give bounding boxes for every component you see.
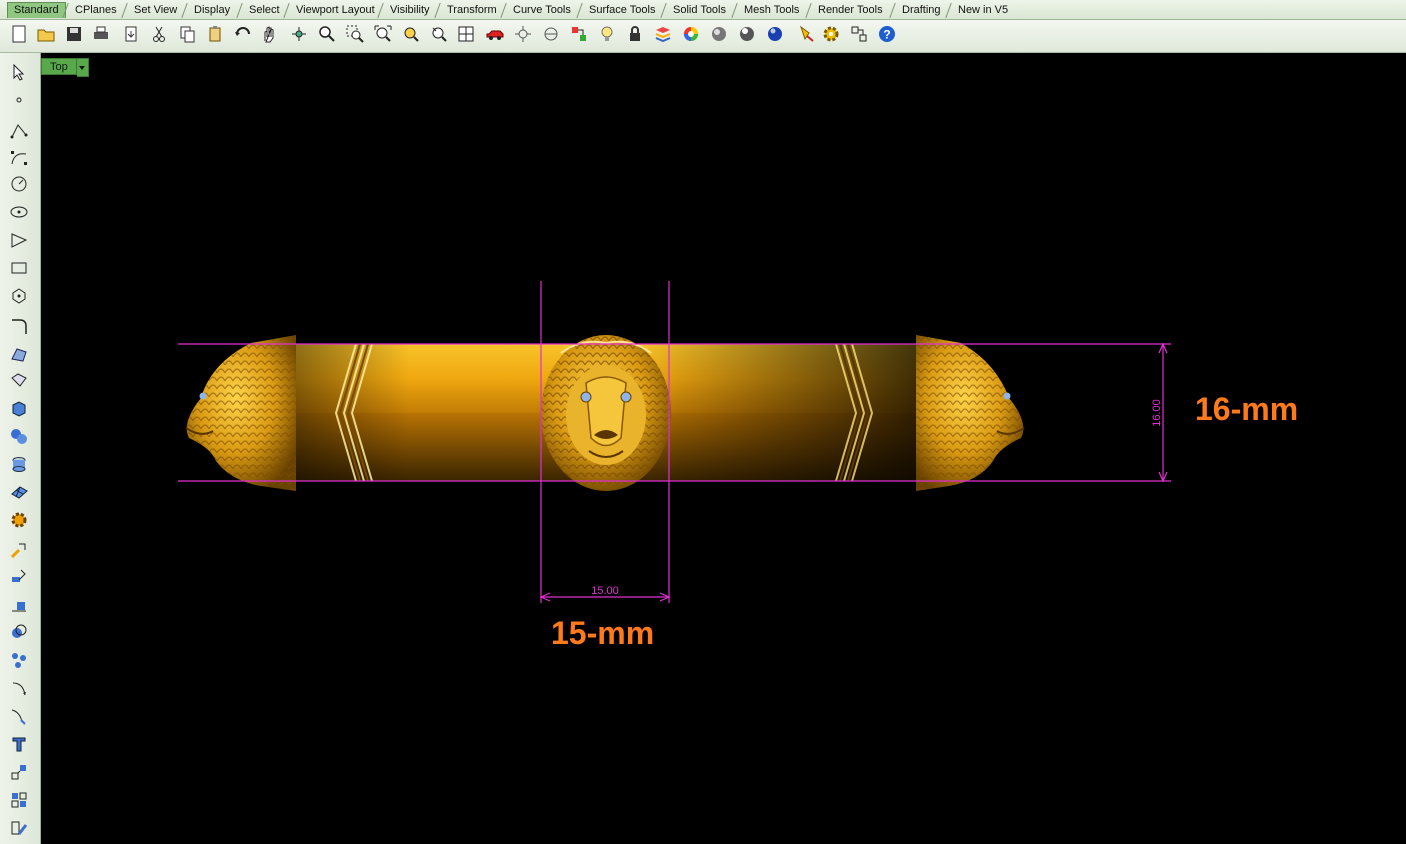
tab-standard[interactable]: Standard [7,2,66,18]
tab-surface-tools[interactable]: Surface Tools [583,3,661,18]
lock-icon[interactable] [624,23,646,45]
fillet-icon[interactable] [8,315,30,337]
undo-icon[interactable] [232,23,254,45]
cylinder-icon[interactable] [8,453,30,475]
select-arrow-icon[interactable] [8,61,30,83]
tab-display[interactable]: Display [188,3,236,18]
polygon-icon[interactable] [8,229,30,251]
shaded-sphere-icon[interactable] [708,23,730,45]
zoom-selected-icon[interactable] [400,23,422,45]
color-wheel-icon[interactable] [680,23,702,45]
layer-icon[interactable] [652,23,674,45]
properties-icon[interactable] [568,23,590,45]
viewport-top[interactable]: Top 15.00 16.00 16-mm 15-mm [41,53,1406,844]
lion-head-center[interactable] [541,335,671,491]
object-snap-icon[interactable] [512,23,534,45]
model-scene[interactable]: 15.00 16.00 [41,53,1406,844]
rotate-view-icon[interactable] [288,23,310,45]
lion-head-left[interactable] [185,335,296,491]
tab-render-tools[interactable]: Render Tools [812,3,889,18]
align-icon[interactable] [8,593,30,615]
print-icon[interactable] [90,23,112,45]
ellipse-icon[interactable] [8,201,30,223]
dimension-width-value: 15.00 [591,585,619,597]
left-tool-palette [0,53,41,844]
zoom-window-icon[interactable] [344,23,366,45]
tab-select[interactable]: Select [243,3,286,18]
polyline-icon[interactable] [8,119,30,141]
zoom-extents-icon[interactable] [372,23,394,45]
text-icon[interactable] [8,733,30,755]
gears-icon[interactable] [8,509,30,531]
point-icon[interactable] [8,89,30,111]
edit-icon[interactable] [8,817,30,839]
light-icon[interactable] [596,23,618,45]
car-icon[interactable] [484,23,506,45]
tab-drafting[interactable]: Drafting [896,3,947,18]
spheres-icon[interactable] [8,425,30,447]
curve-arc-icon[interactable] [8,677,30,699]
dimension-icon[interactable] [8,565,30,587]
standard-toolbar: ? [0,20,1406,53]
tab-mesh-tools[interactable]: Mesh Tools [738,3,805,18]
svg-text:?: ? [883,28,890,42]
box-icon[interactable] [8,397,30,419]
boolean-icon[interactable] [8,621,30,643]
help-icon[interactable]: ? [876,23,898,45]
settings-icon[interactable] [820,23,842,45]
tab-solid-tools[interactable]: Solid Tools [667,3,732,18]
tab-curve-tools[interactable]: Curve Tools [507,3,577,18]
tab-cplanes[interactable]: CPlanes [69,3,123,18]
mesh-plane-icon[interactable] [8,481,30,503]
tab-visibility[interactable]: Visibility [384,3,436,18]
rectangle-icon[interactable] [8,257,30,279]
cut-icon[interactable] [148,23,170,45]
copy-icon[interactable] [176,23,198,45]
analyze-icon[interactable] [848,23,870,45]
grid-icon[interactable] [8,761,30,783]
blue-sphere-icon[interactable] [764,23,786,45]
transform-icon[interactable] [8,539,30,561]
curve-dim-icon[interactable] [8,705,30,727]
dimension-height-value: 16.00 [1151,399,1163,427]
rendered-sphere-icon[interactable] [736,23,758,45]
lion-head-right[interactable] [916,335,1025,491]
open-icon[interactable] [35,23,57,45]
tab-viewport-layout[interactable]: Viewport Layout [290,3,381,18]
hexagon-icon[interactable] [8,285,30,307]
four-view-icon[interactable] [455,23,477,45]
rotate-icon[interactable] [428,23,450,45]
pan-icon[interactable] [258,23,280,45]
import-icon[interactable] [120,23,142,45]
block-icon[interactable] [8,789,30,811]
paint-icon[interactable] [796,23,818,45]
save-icon[interactable] [63,23,85,45]
tab-new-in-v5[interactable]: New in V5 [952,3,1014,18]
toolbar-tabs: Standard CPlanes Set View Display Select View… [0,0,1406,20]
paste-icon[interactable] [204,23,226,45]
curve-icon[interactable] [8,147,30,169]
circle-icon[interactable] [8,173,30,195]
group-icon[interactable] [8,649,30,671]
osnap-icon[interactable] [540,23,562,45]
label-width-mm: 15-mm [551,615,655,651]
surface-points-icon[interactable] [8,343,30,365]
surface-icon[interactable] [8,369,30,391]
tab-set-view[interactable]: Set View [128,3,183,18]
zoom-icon[interactable] [316,23,338,45]
label-height-mm: 16-mm [1195,391,1299,427]
tab-transform[interactable]: Transform [441,3,503,18]
new-icon[interactable] [8,23,30,45]
